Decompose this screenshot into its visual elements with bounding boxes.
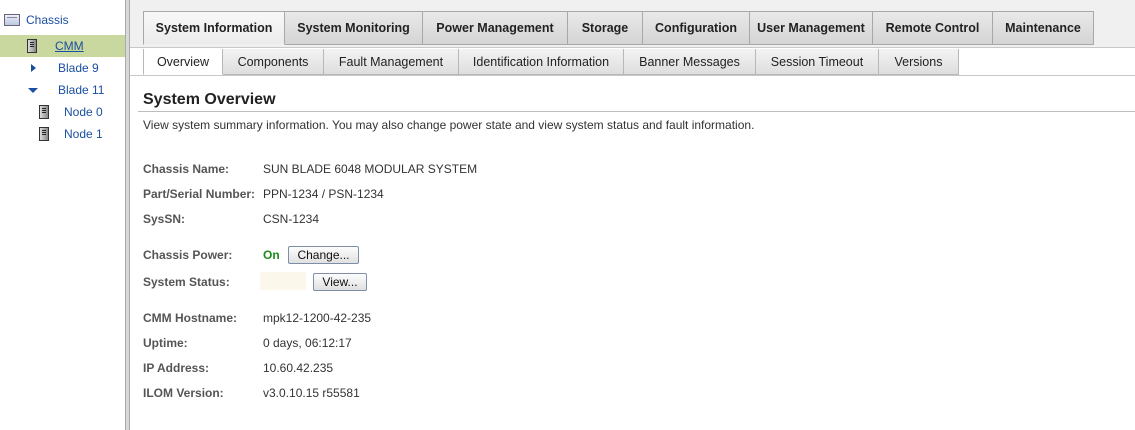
tab-system-monitoring[interactable]: System Monitoring [285, 11, 423, 45]
ilom-version-label: ILOM Version: [143, 386, 224, 400]
tree-item-node-0-label[interactable]: Node 0 [64, 105, 103, 119]
tree-item-node-0[interactable]: Node 0 [0, 101, 125, 123]
subtab-fault-management[interactable]: Fault Management [324, 49, 459, 75]
tree-item-cmm-label[interactable]: CMM [55, 39, 84, 53]
tab-remote-control[interactable]: Remote Control [873, 11, 993, 45]
server-icon [39, 127, 49, 141]
system-status-label: System Status: [143, 275, 230, 289]
main-tabs: System Information System Monitoring Pow… [143, 11, 1094, 45]
page-description: View system summary information. You may… [143, 118, 755, 132]
ip-address-value: 10.60.42.235 [263, 361, 334, 375]
subtab-banner-messages[interactable]: Banner Messages [624, 49, 756, 75]
tree-item-cmm[interactable]: CMM [0, 35, 125, 57]
server-icon [27, 39, 37, 53]
tree-item-node-1-label[interactable]: Node 1 [64, 127, 103, 141]
uptime-label: Uptime: [143, 336, 188, 350]
tree-item-node-1[interactable]: Node 1 [0, 123, 125, 145]
tab-maintenance[interactable]: Maintenance [993, 11, 1094, 45]
collapse-arrow-icon[interactable] [28, 87, 38, 93]
tree-item-blade-9[interactable]: Blade 9 [0, 57, 125, 79]
change-power-button[interactable]: Change... [288, 246, 359, 264]
uptime-value: 0 days, 06:12:17 [263, 336, 352, 350]
chassis-power-label: Chassis Power: [143, 248, 233, 262]
tree-item-blade-11[interactable]: Blade 11 [0, 79, 125, 101]
tree-item-blade-9-label[interactable]: Blade 9 [58, 61, 99, 75]
chassis-icon [4, 14, 20, 26]
chassis-name-value: SUN BLADE 6048 MODULAR SYSTEM [263, 162, 478, 176]
subtab-divider [130, 75, 1135, 76]
server-icon [39, 105, 49, 119]
part-serial-label: Part/Serial Number: [143, 187, 256, 201]
tree-item-chassis-label[interactable]: Chassis [26, 13, 69, 27]
syssn-value: CSN-1234 [263, 212, 320, 226]
tab-system-information[interactable]: System Information [143, 11, 285, 45]
main-content: System Information System Monitoring Pow… [130, 0, 1135, 430]
chassis-power-value: On [263, 248, 280, 262]
title-divider [138, 111, 1135, 112]
system-status-indicator [260, 272, 306, 290]
tab-storage[interactable]: Storage [568, 11, 643, 45]
tab-power-management[interactable]: Power Management [423, 11, 568, 45]
subtab-versions[interactable]: Versions [879, 49, 959, 75]
ilom-version-value: v3.0.10.15 r55581 [263, 386, 360, 400]
ip-address-label: IP Address: [143, 361, 210, 375]
subtab-overview[interactable]: Overview [143, 49, 223, 75]
tree-item-blade-11-label[interactable]: Blade 11 [58, 83, 104, 97]
subtab-identification-information[interactable]: Identification Information [459, 49, 624, 75]
syssn-label: SysSN: [143, 212, 186, 226]
page-title: System Overview [143, 91, 276, 108]
part-serial-value: PPN-1234 / PSN-1234 [263, 187, 384, 201]
cmm-hostname-value: mpk12-1200-42-235 [263, 311, 372, 325]
sub-tabs: Overview Components Fault Management Ide… [143, 49, 959, 75]
navigation-tree: Chassis CMM Blade 9 Blade 11 Node 0 Node… [0, 0, 125, 430]
subtab-components[interactable]: Components [223, 49, 324, 75]
tab-configuration[interactable]: Configuration [643, 11, 750, 45]
subtab-session-timeout[interactable]: Session Timeout [756, 49, 879, 75]
view-status-button[interactable]: View... [313, 273, 367, 291]
chassis-name-label: Chassis Name: [143, 162, 230, 176]
expand-arrow-icon[interactable] [31, 64, 36, 72]
tree-item-chassis[interactable]: Chassis [4, 9, 122, 31]
tab-user-management[interactable]: User Management [750, 11, 873, 45]
cmm-hostname-label: CMM Hostname: [143, 311, 238, 325]
